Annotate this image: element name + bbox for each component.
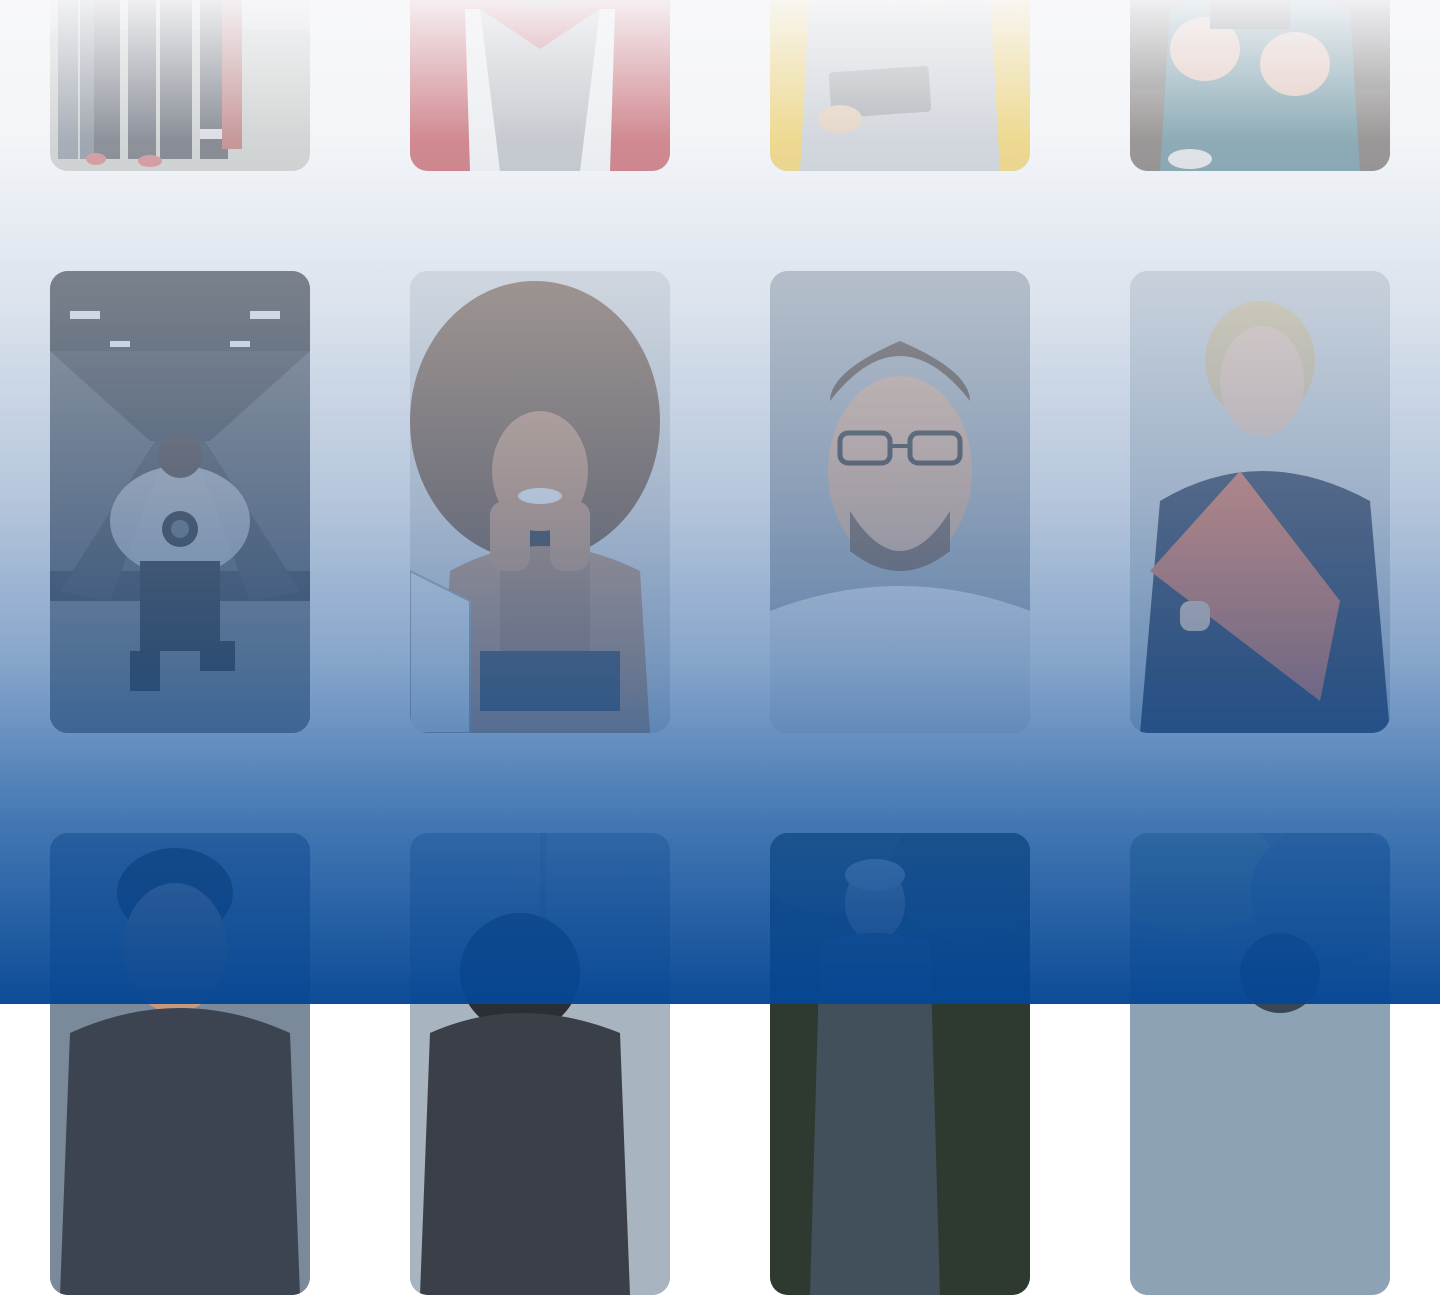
photo-card-tablet-woman[interactable] [770, 0, 1030, 171]
photo-card-dark-hair-man[interactable] [50, 833, 310, 1295]
photo-card-fitness-legs[interactable] [50, 0, 310, 171]
blonde-woman-folder-image [1130, 271, 1390, 733]
person-window-image [410, 833, 670, 1295]
photo-gallery [0, 0, 1440, 1295]
man-trees-outdoor-image [770, 833, 1030, 1295]
blurred-outdoor-image [1130, 833, 1390, 1295]
fitness-group-legs-image [50, 0, 310, 171]
photo-card-blurred-outdoor[interactable] [1130, 833, 1390, 1295]
man-glasses-portrait-image [770, 271, 1030, 733]
photo-card-curly-hair[interactable] [410, 271, 670, 733]
woman-ripped-jeans-image [1130, 0, 1390, 171]
photo-card-ripped-jeans[interactable] [1130, 0, 1390, 171]
photo-card-window-person[interactable] [410, 833, 670, 1295]
photo-card-red-jacket[interactable] [410, 0, 670, 171]
photographer-escalator-image [50, 271, 310, 733]
woman-tablet-yellow-image [770, 0, 1030, 171]
curly-hair-woman-smiling-image [410, 271, 670, 733]
photo-card-photographer[interactable] [50, 271, 310, 733]
photo-card-glasses-man[interactable] [770, 271, 1030, 733]
photo-card-trees-man[interactable] [770, 833, 1030, 1295]
man-dark-hair-image [50, 833, 310, 1295]
man-red-jacket-image [410, 0, 670, 171]
photo-card-blonde-folder[interactable] [1130, 271, 1390, 733]
